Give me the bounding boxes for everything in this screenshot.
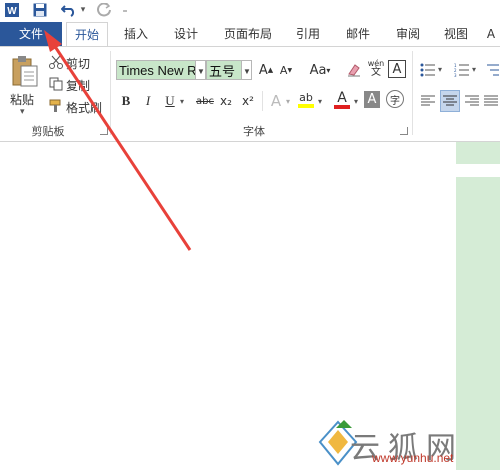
annotation-arrow [44, 30, 192, 251]
arrow-head [44, 30, 62, 52]
watermark-url: www.yunhu.net [372, 451, 454, 465]
arrow-shaft [50, 41, 192, 251]
